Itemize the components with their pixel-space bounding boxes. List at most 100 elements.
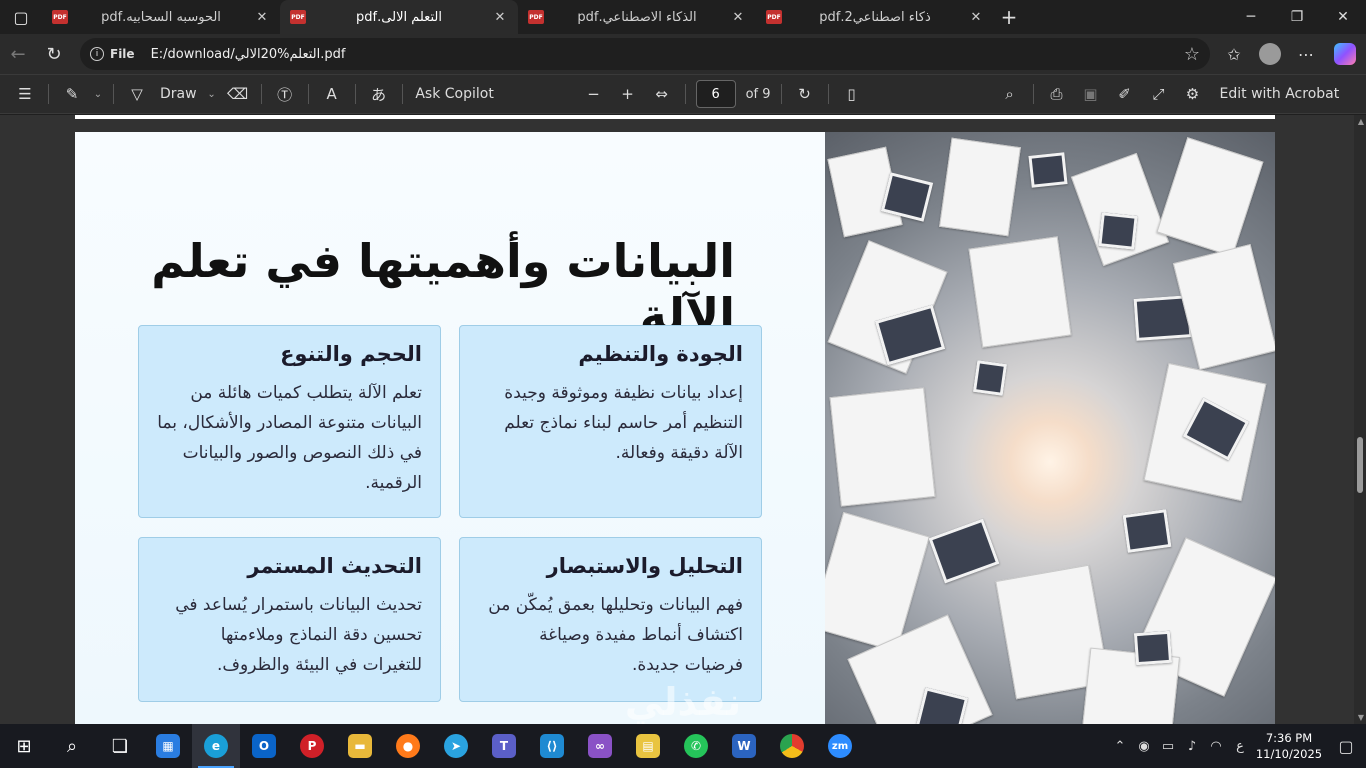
- store-icon[interactable]: ▦: [144, 724, 192, 768]
- zoom-in-icon[interactable]: +: [611, 74, 645, 114]
- fullscreen-icon[interactable]: ⤢: [1142, 74, 1176, 114]
- paper-sheet: [968, 236, 1072, 348]
- system-tray: ⌃ ◉ ▭ ♪ ◠ ع 7:36 PM 11/10/2025 ▢: [1108, 724, 1366, 768]
- clock-date: 11/10/2025: [1255, 747, 1323, 761]
- close-icon[interactable]: ✕: [492, 10, 508, 25]
- separator: [401, 84, 403, 104]
- tab-machine-learning[interactable]: PDF التعلم الالى.pdf ✕: [280, 0, 518, 34]
- separator: [113, 84, 114, 104]
- zoom-icon[interactable]: zm: [816, 724, 864, 768]
- edge-icon[interactable]: e: [192, 724, 240, 768]
- pinterest-icon[interactable]: P: [288, 724, 336, 768]
- tab-artificial-intelligence[interactable]: PDF الذكاء الاصطناعي.pdf ✕: [518, 0, 756, 34]
- text-box-icon[interactable]: Ⓣ: [268, 74, 302, 114]
- tab-ai-2[interactable]: PDF ذكاء اصطناعي2.pdf ✕: [756, 0, 994, 34]
- task-view-icon[interactable]: ❏: [96, 724, 144, 768]
- input-language[interactable]: ع: [1228, 739, 1252, 754]
- more-menu-icon[interactable]: ⋯: [1288, 36, 1324, 72]
- favorite-star-icon[interactable]: ☆: [1184, 44, 1200, 65]
- save-as-icon[interactable]: ✐: [1108, 74, 1142, 114]
- tab-cloud-computing[interactable]: PDF الحوسبه السحابيه.pdf ✕: [42, 0, 280, 34]
- page-count: of 9: [745, 86, 771, 102]
- vscode-icon[interactable]: ⟨⟩: [528, 724, 576, 768]
- chevron-down-icon[interactable]: ⌄: [203, 74, 221, 114]
- url-text[interactable]: E:/download/التعلم%20الالي.pdf: [151, 47, 346, 62]
- ask-copilot-button[interactable]: Ask Copilot: [409, 74, 501, 114]
- scroll-up-arrow-icon[interactable]: ▲: [1358, 117, 1364, 126]
- clock[interactable]: 7:36 PM 11/10/2025: [1252, 730, 1326, 762]
- card-body: تحديث البيانات باستمرار يُساعد في تحسين …: [175, 595, 422, 675]
- close-icon[interactable]: ✕: [968, 10, 984, 25]
- search-icon[interactable]: ⌕: [993, 74, 1027, 114]
- new-tab-button[interactable]: +: [994, 5, 1024, 29]
- search-icon[interactable]: ⌕: [48, 724, 96, 768]
- close-icon[interactable]: ✕: [730, 10, 746, 25]
- refresh-icon[interactable]: ↻: [36, 36, 72, 72]
- battery-icon[interactable]: ▭: [1156, 739, 1180, 754]
- zoom-out-icon[interactable]: −: [577, 74, 611, 114]
- wifi-icon[interactable]: ◠: [1204, 739, 1228, 754]
- restore-icon[interactable]: ❐: [1274, 0, 1320, 34]
- favorites-icon[interactable]: ✩: [1216, 36, 1252, 72]
- tab-title: التعلم الالى.pdf: [356, 9, 442, 25]
- highlight-icon[interactable]: ✎: [55, 74, 89, 114]
- outlook-icon[interactable]: O: [240, 724, 288, 768]
- chrome-icon[interactable]: [768, 724, 816, 768]
- translate-icon[interactable]: あ: [362, 74, 396, 114]
- edit-with-acrobat-button[interactable]: Edit with Acrobat: [1214, 74, 1346, 114]
- tab-actions-icon[interactable]: ▢: [0, 0, 42, 34]
- profile-avatar[interactable]: [1259, 43, 1281, 65]
- firefox-icon[interactable]: ●: [384, 724, 432, 768]
- rotate-icon[interactable]: ↻: [788, 74, 822, 114]
- back-arrow-icon[interactable]: ←: [0, 36, 36, 72]
- webcam-icon[interactable]: ◉: [1132, 739, 1156, 754]
- chevron-up-icon[interactable]: ⌃: [1108, 739, 1132, 754]
- volume-icon[interactable]: ♪: [1180, 739, 1204, 754]
- word-icon[interactable]: W: [720, 724, 768, 768]
- page-number-input[interactable]: 6: [695, 80, 736, 108]
- visual-studio-icon[interactable]: ∞: [576, 724, 624, 768]
- teams-icon[interactable]: T: [480, 724, 528, 768]
- pdf-file-icon: PDF: [52, 10, 68, 24]
- pdf-file-icon: PDF: [290, 10, 306, 24]
- fit-page-icon[interactable]: ⇔: [645, 74, 679, 114]
- telegram-icon[interactable]: ➤: [432, 724, 480, 768]
- card-body: فهم البيانات وتحليلها بعمق يُمكّن من اكت…: [488, 595, 743, 675]
- whatsapp-icon[interactable]: ✆: [672, 724, 720, 768]
- notification-icon[interactable]: ▢: [1326, 737, 1366, 756]
- card-quality: الجودة والتنظيم إعداد بيانات نظيفة وموثو…: [459, 325, 762, 518]
- close-window-icon[interactable]: ✕: [1320, 0, 1366, 34]
- zoom-label: zm: [828, 734, 852, 758]
- start-icon[interactable]: ⊞: [0, 724, 48, 768]
- vertical-scrollbar[interactable]: ▲ ▼: [1354, 115, 1366, 724]
- page-view-icon[interactable]: ▯: [835, 74, 869, 114]
- scrollbar-thumb[interactable]: [1357, 437, 1363, 493]
- print-icon[interactable]: ⎙: [1040, 74, 1074, 114]
- card-updating: التحديث المستمر تحديث البيانات باستمرار …: [138, 537, 441, 702]
- info-icon[interactable]: i: [90, 47, 104, 61]
- windows-taskbar: ⊞ ⌕ ❏ ▦ e O P ▬ ● ➤ T ⟨⟩ ∞ ▤ ✆ W zm ⌃ ◉ …: [0, 724, 1366, 768]
- pdf-viewer: البيانات وأهميتها في تعلم الآلة الجودة و…: [0, 115, 1366, 724]
- address-bar[interactable]: i File E:/download/التعلم%20الالي.pdf ☆: [80, 38, 1210, 70]
- sticky-icon[interactable]: ▤: [624, 724, 672, 768]
- draw-icon[interactable]: ▽: [120, 74, 154, 114]
- file-explorer-icon[interactable]: ▬: [336, 724, 384, 768]
- card-heading: الحجم والتنوع: [280, 342, 422, 366]
- eraser-icon[interactable]: ⌫: [221, 74, 255, 114]
- close-icon[interactable]: ✕: [254, 10, 270, 25]
- chevron-down-icon[interactable]: ⌄: [89, 74, 107, 114]
- paper-sheet: [1172, 243, 1275, 371]
- separator: [354, 84, 356, 104]
- clock-time: 7:36 PM: [1265, 731, 1313, 745]
- save-icon[interactable]: ▣: [1074, 74, 1108, 114]
- browser-actions: ✩ ⋯: [1216, 34, 1366, 74]
- draw-button[interactable]: Draw: [154, 74, 203, 114]
- pdf-file-icon: PDF: [528, 10, 544, 24]
- minimize-icon[interactable]: ─: [1228, 0, 1274, 34]
- contents-list-icon[interactable]: ☰: [8, 74, 42, 114]
- read-aloud-icon[interactable]: A: [315, 74, 349, 114]
- scroll-down-arrow-icon[interactable]: ▼: [1358, 713, 1364, 722]
- copilot-icon[interactable]: [1334, 43, 1356, 65]
- separator: [260, 84, 262, 104]
- settings-gear-icon[interactable]: ⚙: [1176, 74, 1210, 114]
